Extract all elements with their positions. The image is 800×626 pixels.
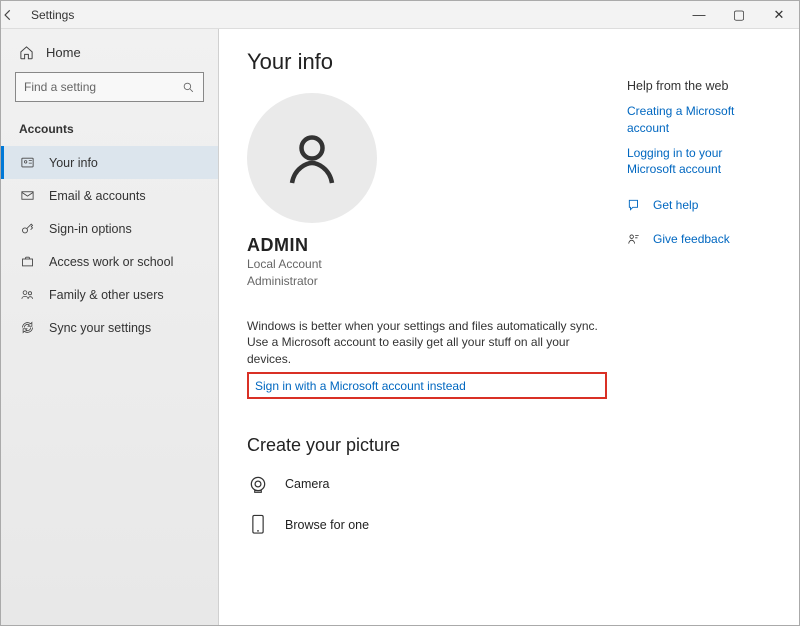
signin-highlight-box: Sign in with a Microsoft account instead (247, 372, 607, 399)
help-heading: Help from the web (627, 79, 771, 93)
sidebar-item-label: Your info (49, 156, 98, 170)
sync-icon (19, 320, 35, 335)
briefcase-icon (19, 254, 35, 269)
camera-icon (247, 474, 269, 494)
people-icon (19, 287, 35, 302)
search-icon (182, 81, 195, 94)
search-input[interactable]: Find a setting (15, 72, 204, 102)
sidebar-item-your-info[interactable]: Your info (1, 146, 218, 179)
sidebar-item-label: Access work or school (49, 255, 173, 269)
search-placeholder: Find a setting (24, 80, 182, 94)
person-icon (282, 128, 342, 188)
help-link-login-account[interactable]: Logging in to your Microsoft account (627, 145, 771, 179)
mail-icon (19, 188, 35, 203)
create-picture-heading: Create your picture (247, 435, 607, 456)
id-card-icon (19, 155, 35, 170)
page-title: Your info (247, 49, 607, 75)
browse-icon (247, 514, 269, 536)
home-icon (19, 45, 34, 60)
role-text: Administrator (247, 273, 607, 290)
sidebar-item-sync-settings[interactable]: Sync your settings (1, 311, 218, 344)
picture-option-label: Browse for one (285, 518, 369, 532)
give-feedback-link[interactable]: Give feedback (653, 232, 730, 246)
help-link-create-account[interactable]: Creating a Microsoft account (627, 103, 771, 137)
account-type-text: Local Account (247, 256, 607, 273)
profile-avatar (247, 93, 377, 223)
home-nav[interactable]: Home (1, 39, 218, 72)
feedback-icon (627, 232, 643, 246)
signin-ms-account-link[interactable]: Sign in with a Microsoft account instead (255, 379, 466, 393)
username-text: ADMIN (247, 235, 607, 256)
sidebar-item-signin-options[interactable]: Sign-in options (1, 212, 218, 245)
sidebar: Home Find a setting Accounts Your info (1, 29, 219, 625)
sidebar-item-access-work-school[interactable]: Access work or school (1, 245, 218, 278)
minimize-button[interactable]: — (679, 7, 719, 23)
help-icon (627, 198, 643, 212)
sidebar-item-family-users[interactable]: Family & other users (1, 278, 218, 311)
close-button[interactable]: ✕ (759, 7, 799, 23)
get-help-link[interactable]: Get help (653, 198, 698, 212)
home-label: Home (46, 45, 81, 60)
back-arrow-icon (1, 8, 15, 22)
maximize-button[interactable]: ▢ (719, 7, 759, 23)
sidebar-item-label: Email & accounts (49, 189, 146, 203)
ms-account-note: Windows is better when your settings and… (247, 318, 607, 368)
back-button[interactable] (1, 8, 31, 22)
section-heading: Accounts (1, 116, 218, 146)
picture-option-label: Camera (285, 477, 329, 491)
titlebar: Settings — ▢ ✕ (1, 1, 799, 29)
window-title: Settings (31, 8, 679, 22)
sidebar-item-label: Sign-in options (49, 222, 132, 236)
key-icon (19, 221, 35, 236)
picture-option-camera[interactable]: Camera (247, 474, 607, 494)
sidebar-item-email-accounts[interactable]: Email & accounts (1, 179, 218, 212)
sidebar-item-label: Family & other users (49, 288, 164, 302)
sidebar-item-label: Sync your settings (49, 321, 151, 335)
picture-option-browse[interactable]: Browse for one (247, 514, 607, 536)
